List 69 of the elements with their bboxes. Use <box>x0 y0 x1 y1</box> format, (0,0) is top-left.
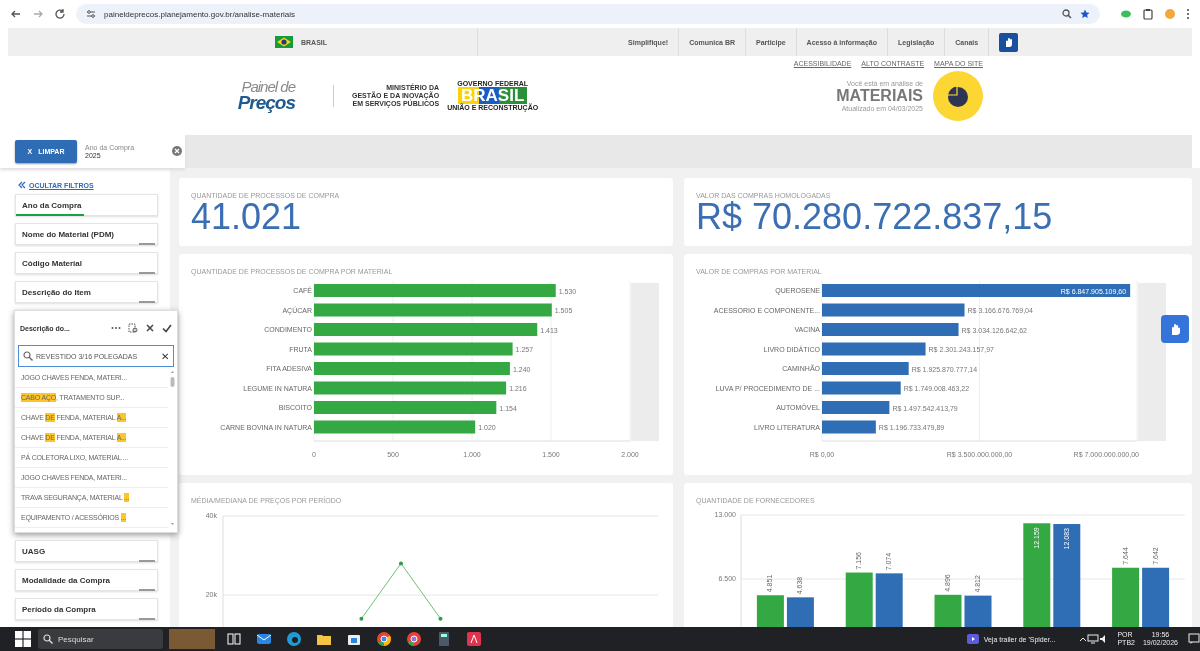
pdf-app-icon[interactable] <box>466 631 482 647</box>
clipboard-icon[interactable] <box>1142 8 1154 20</box>
bar[interactable] <box>786 597 814 627</box>
filter-field[interactable]: Período da Compra <box>15 598 158 620</box>
extension-icon[interactable] <box>1120 8 1132 20</box>
chrome-icon[interactable] <box>406 631 422 647</box>
reload-icon[interactable] <box>54 8 66 20</box>
filter-field[interactable]: UASG <box>15 540 158 562</box>
forward-arrow-icon[interactable] <box>32 8 44 20</box>
filter-field[interactable]: Modalidade da Compra <box>15 569 158 591</box>
bar[interactable] <box>822 381 901 395</box>
url-text: paineldeprecos.planejamento.gov.br/analise-materiais <box>104 9 297 19</box>
video-icon <box>966 634 979 644</box>
bar[interactable] <box>822 303 965 317</box>
address-bar[interactable]: paineldeprecos.planejamento.gov.br/analise-materiais <box>76 4 1100 24</box>
bar[interactable] <box>822 420 876 434</box>
brasil-logo-text: BRASIL <box>458 87 528 104</box>
calculator-icon[interactable] <box>436 631 452 647</box>
chrome-icon[interactable] <box>376 631 392 647</box>
zoom-icon[interactable] <box>1062 9 1072 19</box>
chart-scrollbar[interactable] <box>1138 283 1166 441</box>
brazil-flag-icon <box>275 36 293 48</box>
confirm-check-icon[interactable] <box>162 323 172 333</box>
search-icon <box>43 634 53 644</box>
accessibility-button[interactable] <box>999 32 1019 52</box>
menu-icon[interactable] <box>1186 8 1190 20</box>
cancel-icon[interactable] <box>145 323 155 333</box>
task-view-icon[interactable] <box>226 631 242 647</box>
taskbar-search-field[interactable]: Pesquisar <box>38 629 163 649</box>
chevron-up-icon[interactable] <box>1079 635 1088 643</box>
browser-icon[interactable] <box>286 631 302 647</box>
windows-start-icon[interactable] <box>15 631 31 647</box>
site-settings-icon[interactable] <box>86 9 96 19</box>
search-icon <box>23 351 33 361</box>
filter-field[interactable]: Nome do Material (PDM) <box>15 223 158 245</box>
filter-field[interactable]: Código Material <box>15 252 158 274</box>
kpi-value: R$ 70.280.722.837,15 <box>696 199 1054 235</box>
section-title: MATERIAIS <box>836 87 923 105</box>
network-icon[interactable] <box>1087 634 1100 644</box>
bar[interactable] <box>875 573 903 627</box>
bar[interactable] <box>1112 567 1140 627</box>
back-arrow-icon[interactable] <box>10 8 22 20</box>
accessibility-button[interactable] <box>1161 315 1189 343</box>
scrollbar[interactable] <box>168 368 177 528</box>
bar[interactable] <box>845 572 873 627</box>
profile-icon[interactable] <box>1164 8 1176 20</box>
clear-search-button[interactable]: ✕ <box>161 350 169 362</box>
bar[interactable] <box>822 284 1131 297</box>
double-chevron-left-icon <box>18 181 26 189</box>
kpi-value: 41.021 <box>191 199 302 235</box>
pie-chart-icon <box>946 84 970 108</box>
star-icon[interactable] <box>1080 9 1090 19</box>
bar[interactable] <box>822 342 926 356</box>
remove-selection-icon[interactable] <box>172 146 182 156</box>
mail-icon[interactable] <box>256 631 272 647</box>
notification-icon[interactable] <box>1188 633 1200 645</box>
hand-icon <box>1003 36 1015 48</box>
bar[interactable] <box>756 595 784 627</box>
data-point[interactable] <box>359 616 364 621</box>
bar[interactable] <box>934 594 962 627</box>
bar[interactable] <box>1023 523 1051 627</box>
bar[interactable] <box>1142 567 1170 627</box>
data-point[interactable] <box>438 616 443 621</box>
selection-tool-icon[interactable] <box>128 323 138 333</box>
bar[interactable] <box>1053 524 1081 627</box>
data-point[interactable] <box>398 561 403 566</box>
bar[interactable] <box>964 595 992 627</box>
filter-field[interactable]: Ano da Compra <box>15 194 158 216</box>
filter-field[interactable]: Descrição do Item <box>15 281 158 303</box>
